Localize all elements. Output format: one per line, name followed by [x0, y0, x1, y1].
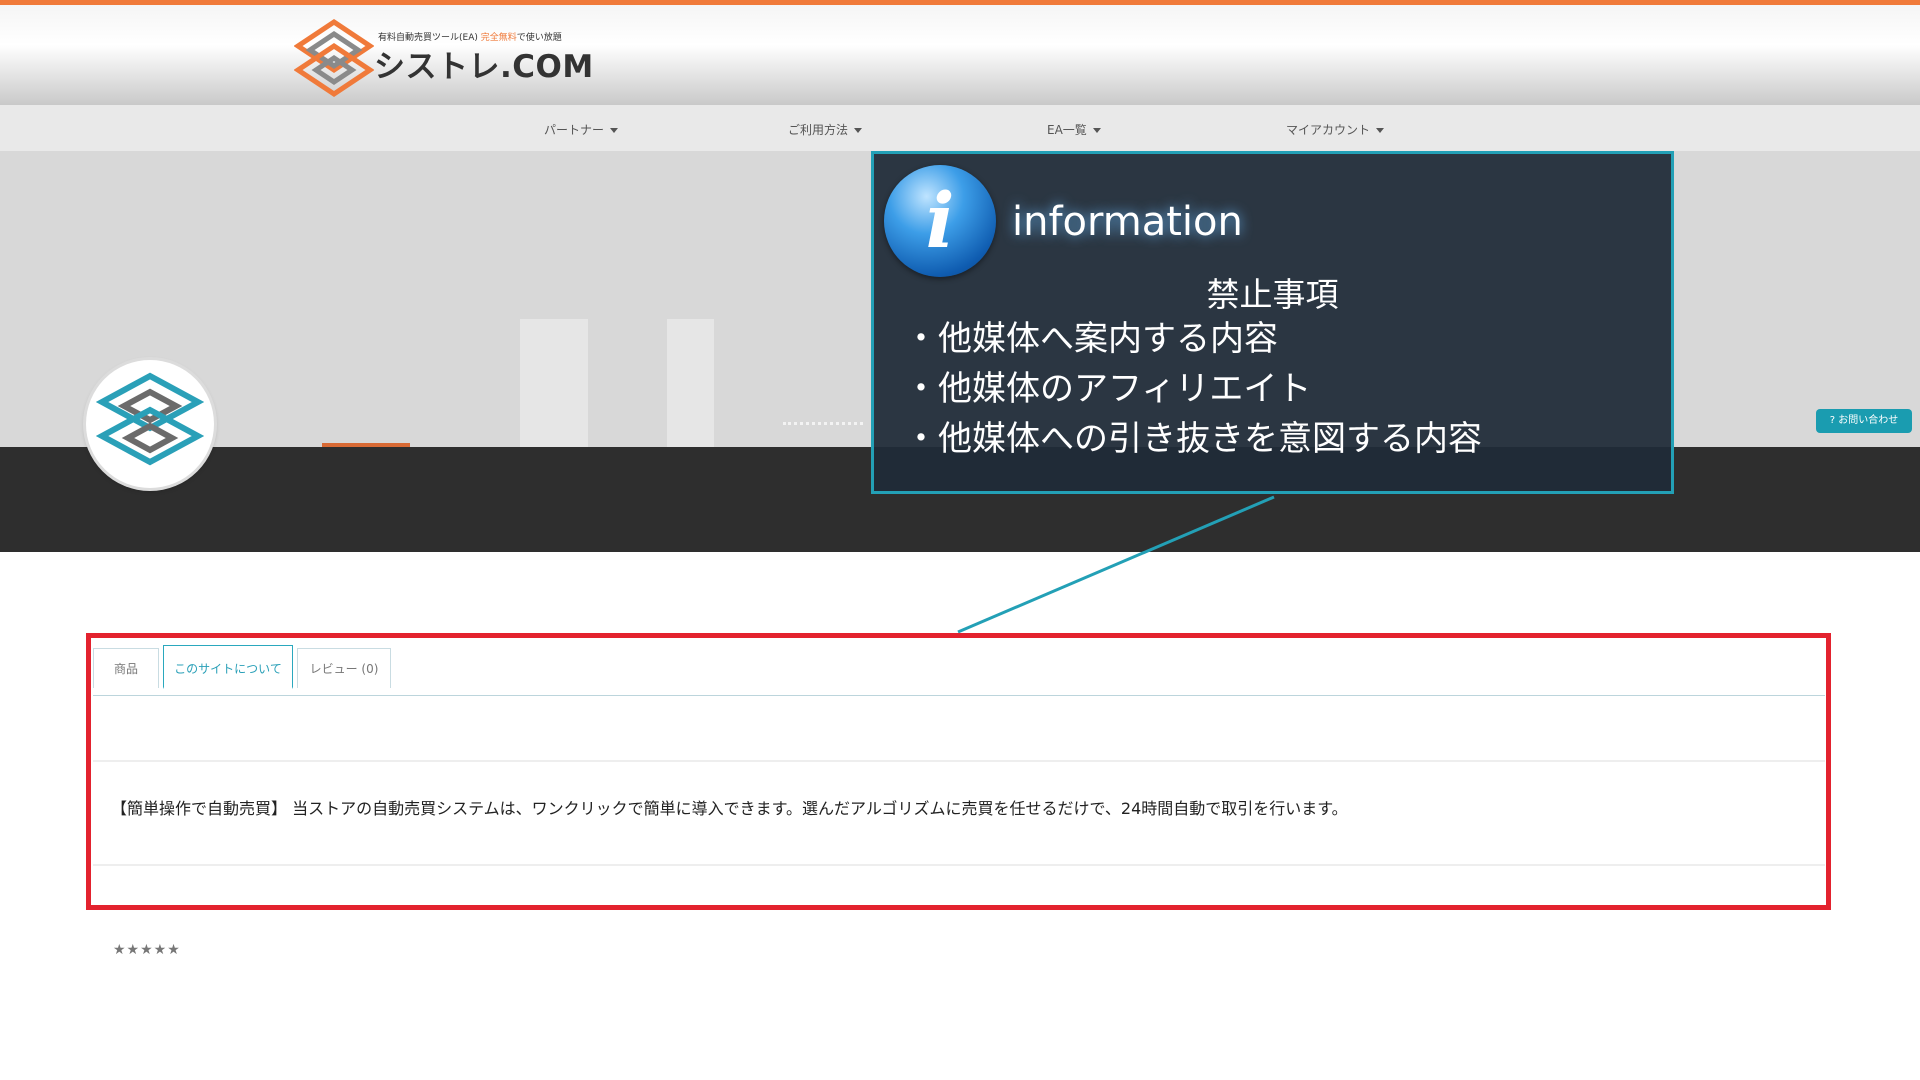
info-icon: i	[884, 165, 996, 277]
prohibited-items-list: ・他媒体へ案内する内容 ・他媒体のアフィリエイト ・他媒体への引き抜きを意図する…	[904, 314, 1482, 464]
site-header: 有料自動売買ツール(EA) 完全無料で使い放題 シストレ.COM	[0, 5, 1920, 105]
vendor-logo-icon	[96, 372, 204, 466]
nav-item-partner[interactable]: パートナー	[544, 121, 619, 138]
hero-decoration	[520, 319, 588, 447]
list-item: ・他媒体のアフィリエイト	[904, 369, 1312, 409]
contact-button[interactable]: ? お問い合わせ	[1816, 409, 1912, 433]
list-item: ・他媒体へ案内する内容	[904, 319, 1278, 359]
list-item: ・他媒体への引き抜きを意図する内容	[904, 419, 1482, 459]
site-logo-icon[interactable]	[294, 18, 374, 98]
vendor-avatar	[86, 360, 214, 488]
content-divider	[93, 864, 1825, 866]
main-nav: パートナー ご利用方法 EA一覧 マイアカウント	[0, 105, 1920, 151]
contact-button-label: お問い合わせ	[1838, 415, 1899, 426]
caret-down-icon	[1092, 128, 1101, 133]
nav-item-label: マイアカウント	[1286, 123, 1371, 137]
information-panel: i information 禁止事項 ・他媒体へ案内する内容 ・他媒体のアフィリ…	[871, 151, 1674, 494]
nav-item-label: パートナー	[544, 123, 605, 137]
caret-down-icon	[854, 128, 863, 133]
nav-item-my-account[interactable]: マイアカウント	[1286, 121, 1385, 138]
caret-down-icon	[610, 128, 619, 133]
logo-name[interactable]: シストレ.COM	[374, 41, 594, 86]
nav-item-ea-list[interactable]: EA一覧	[1047, 121, 1101, 138]
hero-decoration	[667, 319, 714, 447]
hero-dotted-line	[783, 422, 863, 425]
nav-item-usage[interactable]: ご利用方法	[788, 121, 863, 138]
tab-bar: 商品 このサイトについて レビュー (0)	[93, 645, 1825, 696]
site-description: 【簡単操作で自動売買】 当ストアの自動売買システムは、ワンクリックで簡単に導入で…	[111, 799, 1348, 818]
vendor-rating-stars: ★★★★★	[113, 942, 181, 958]
caret-down-icon	[1376, 128, 1385, 133]
info-panel-title: information	[1012, 199, 1243, 245]
tab-about-site[interactable]: このサイトについて	[163, 645, 293, 689]
help-icon: ?	[1829, 415, 1839, 426]
tab-products[interactable]: 商品	[93, 648, 159, 688]
nav-item-label: EA一覧	[1047, 123, 1087, 137]
tab-reviews[interactable]: レビュー (0)	[297, 648, 391, 688]
info-panel-heading: 禁止事項	[1206, 275, 1339, 314]
content-divider	[93, 760, 1825, 762]
nav-item-label: ご利用方法	[788, 123, 849, 137]
